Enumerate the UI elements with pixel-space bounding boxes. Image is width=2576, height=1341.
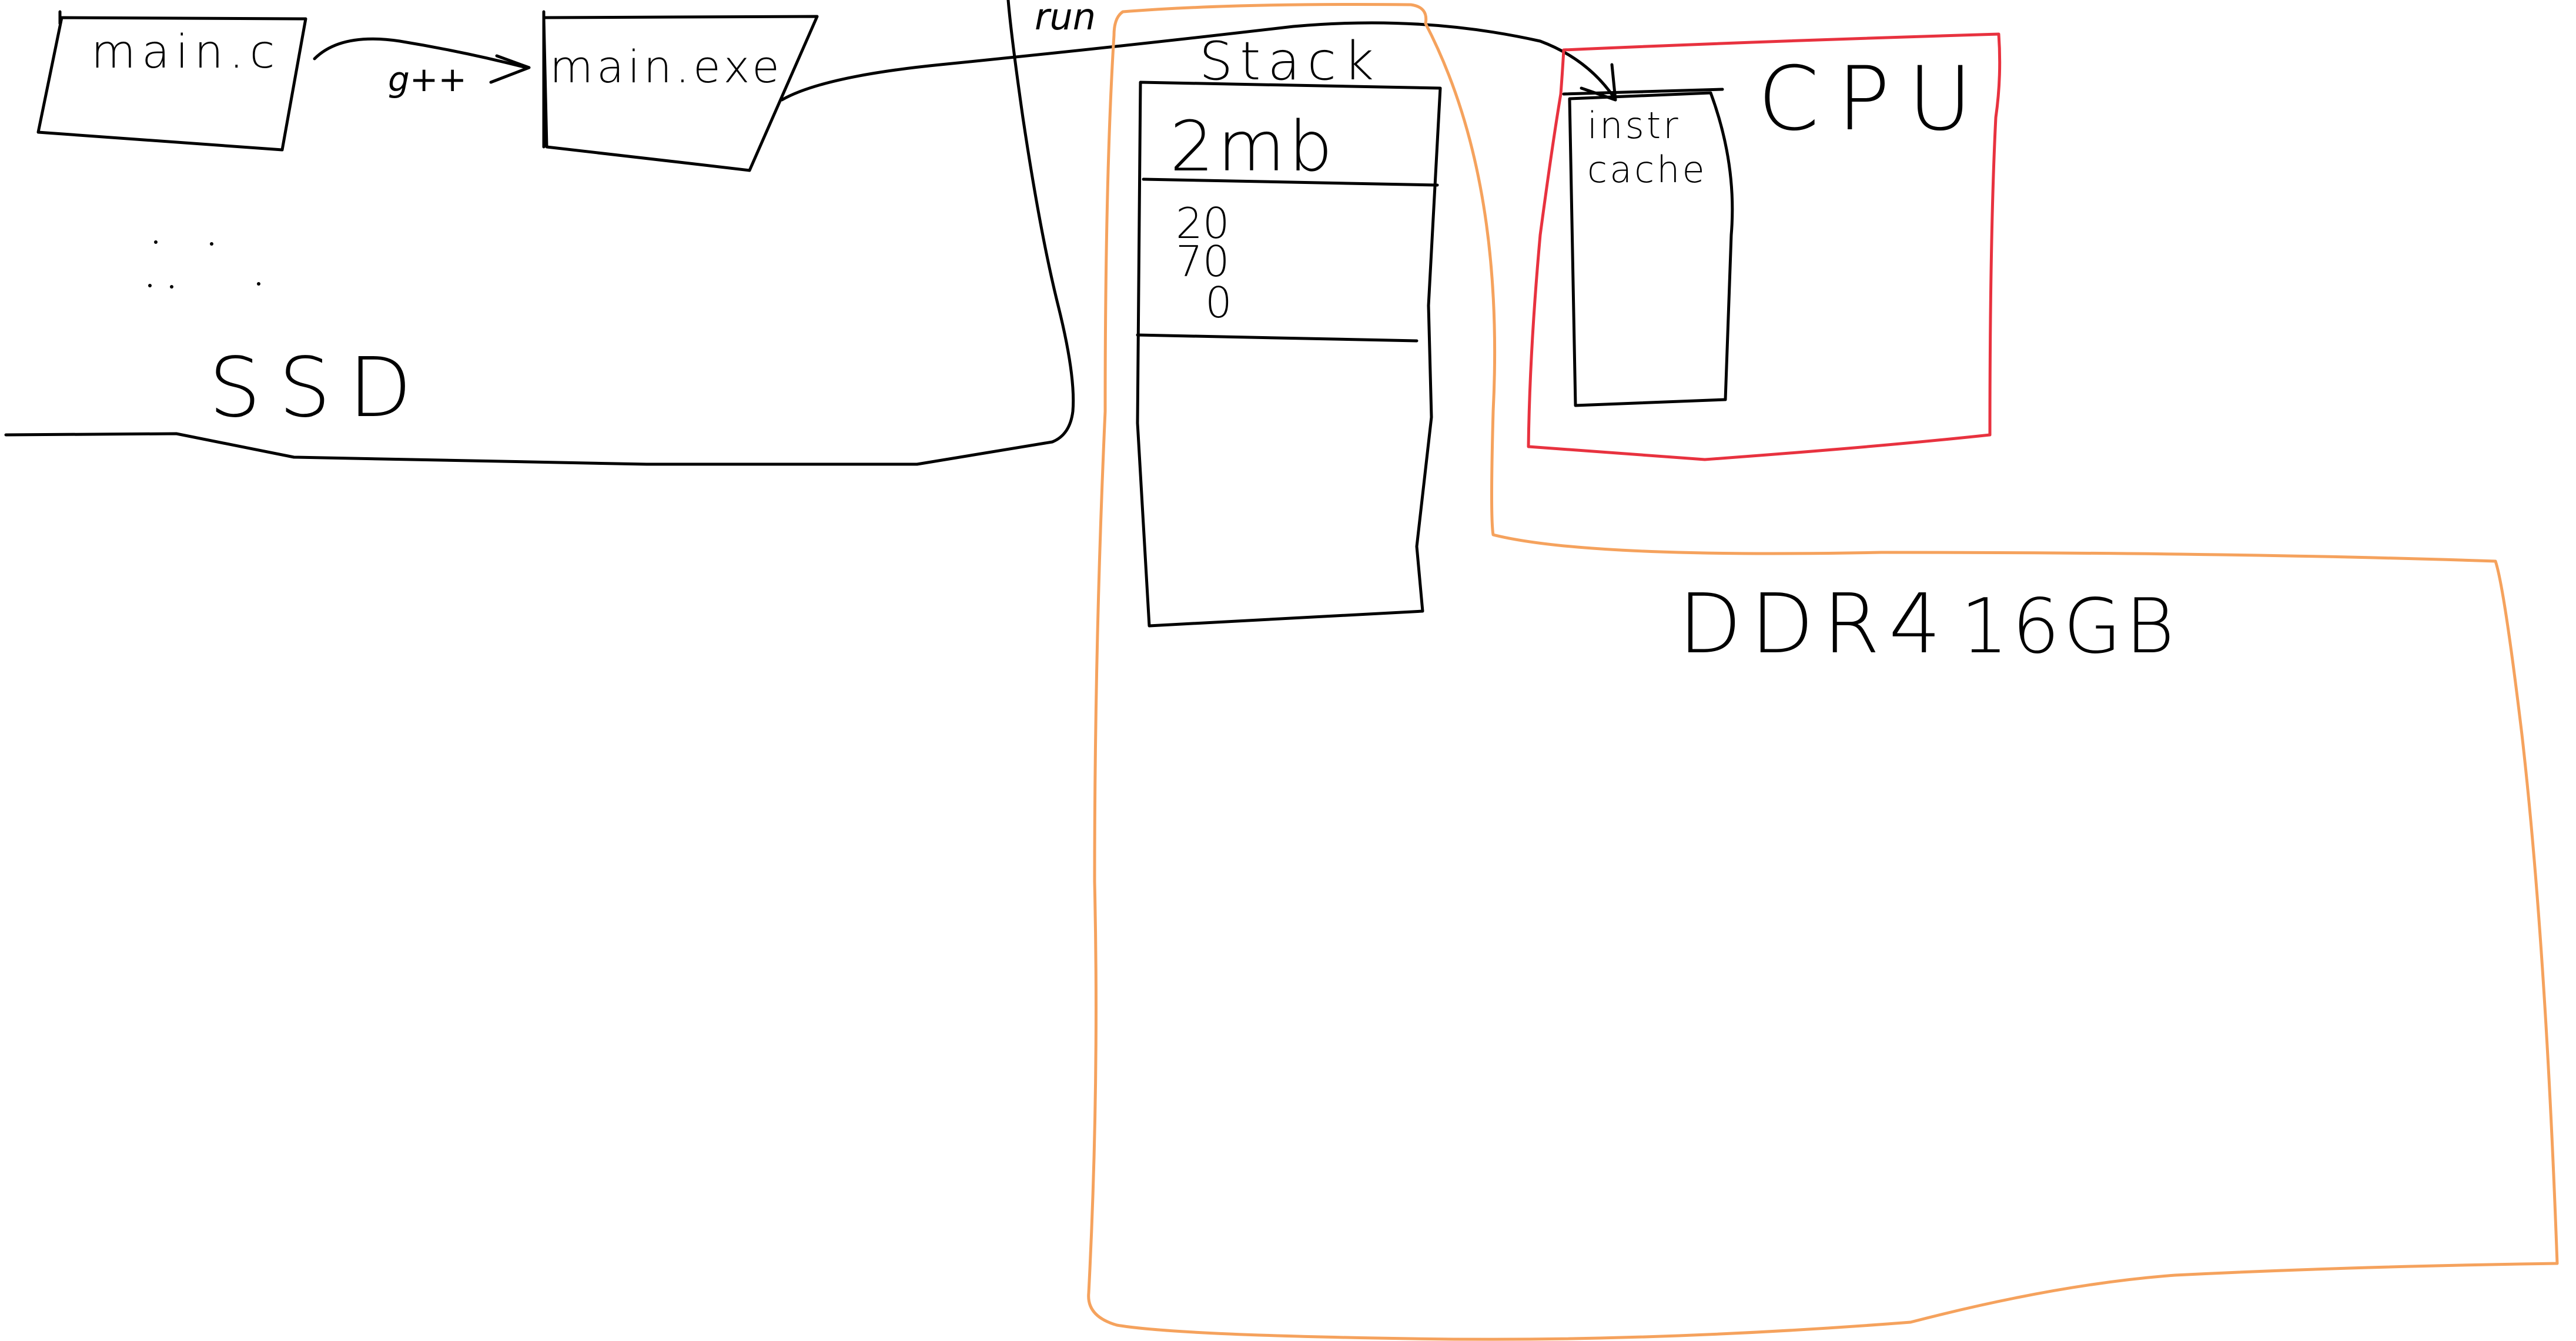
main-exe-label: main.exe: [550, 41, 783, 93]
compile-label: g++: [388, 59, 467, 99]
instruction-cache-label-line2: cache: [1587, 148, 1707, 191]
ssd-label: SSD: [209, 340, 430, 436]
compile-arrow: g++: [313, 37, 531, 99]
main-c-file[interactable]: main.c: [36, 10, 307, 152]
cpu-label: CPU: [1758, 48, 1990, 150]
instruction-cache: instr cache: [1562, 88, 1734, 407]
stack-size-label: 2mb: [1170, 106, 1336, 187]
ram-size-label: 16GB: [1961, 583, 2178, 670]
ram-region: DDR4 16GB: [1087, 3, 2559, 1341]
ram-label: DDR4: [1678, 576, 1950, 672]
stack-divider-2: [1136, 333, 1419, 343]
instruction-cache-label-line1: instr: [1587, 104, 1681, 147]
main-c-label: main.c: [91, 26, 281, 79]
diagram-canvas: SSD main.c g++ main.exe run DDR4 16GB St…: [4, 0, 2559, 1341]
run-arrow: run: [780, 0, 1617, 102]
main-exe-file[interactable]: main.exe: [542, 10, 819, 172]
stack-value-3: 0: [1205, 278, 1232, 327]
stack: Stack 2mb 20 70 0: [1136, 31, 1442, 628]
run-label: run: [1035, 0, 1096, 38]
stray-dots: [148, 240, 260, 289]
